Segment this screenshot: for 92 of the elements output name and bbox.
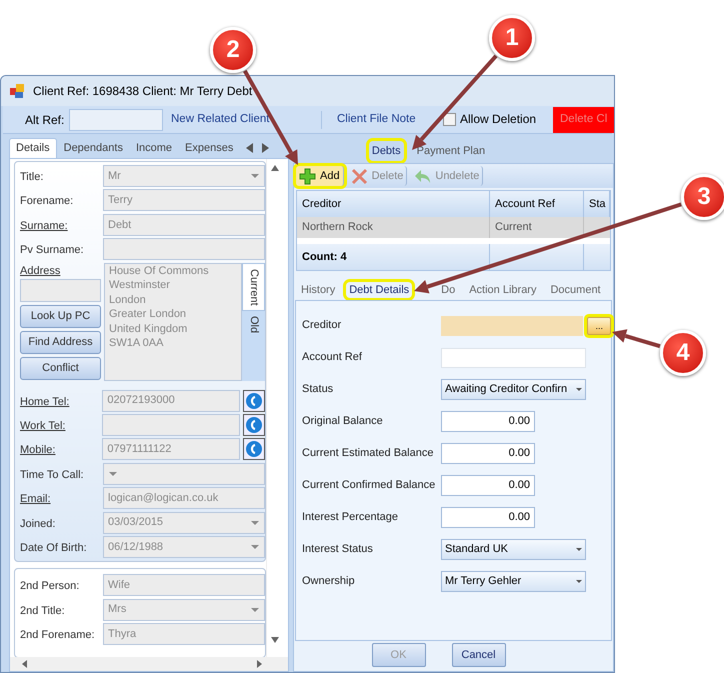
scroll-right-icon[interactable] [262, 143, 270, 153]
number-field[interactable]: 0.00 [441, 443, 535, 464]
dialog-button[interactable]: Cancel [452, 643, 506, 667]
field-label: Status [302, 382, 334, 398]
dropdown-arrow-icon[interactable] [250, 173, 260, 179]
tab[interactable]: Income [130, 138, 178, 158]
field-label: 2nd Person: [20, 579, 80, 594]
field-label: Forename: [20, 194, 74, 210]
scroll-left-icon[interactable] [22, 660, 27, 668]
callout-badge: 2 [210, 27, 256, 73]
address-button[interactable]: Find Address [20, 330, 101, 354]
dropdown[interactable]: Mr Terry Gehler [441, 571, 586, 592]
tab[interactable]: Payment Plan [414, 141, 488, 161]
alt-ref-label: Alt Ref: [25, 112, 66, 128]
field-label: Creditor [302, 318, 342, 334]
dropdown-arrow-icon[interactable] [108, 470, 118, 477]
tab[interactable]: Details [9, 138, 57, 158]
phone-icon [246, 392, 262, 409]
tab[interactable]: Do [438, 282, 458, 298]
tab[interactable]: Debt Details [346, 282, 412, 298]
toolbar-link[interactable]: Client File Note [337, 112, 416, 125]
text-field[interactable] [441, 348, 586, 368]
address-button[interactable]: Look Up PC [20, 304, 101, 328]
dropdown-arrow-icon[interactable] [250, 544, 260, 550]
toolbar-link[interactable]: New Related Client [171, 112, 270, 125]
tab[interactable]: Expenses [179, 138, 240, 158]
scroll-left-icon[interactable] [246, 143, 254, 153]
field-label: Joined: [20, 516, 56, 532]
field-label: Current Confirmed Balance [302, 478, 436, 494]
text-field[interactable] [102, 414, 240, 436]
table-cell: Northern Rock [297, 217, 490, 238]
row-count: Count: 4 [297, 244, 490, 270]
field-label[interactable]: Home Tel: [20, 390, 102, 410]
field-label[interactable]: Work Tel: [20, 414, 102, 434]
dropdown[interactable]: Awaiting Creditor Confirn [441, 379, 586, 400]
number-field[interactable]: 0.00 [441, 475, 535, 496]
dropdown-arrow-icon[interactable] [576, 548, 582, 551]
field-label: Interest Status [302, 542, 374, 558]
dropdown-arrow-icon[interactable] [250, 520, 260, 526]
field-label[interactable]: Mobile: [20, 438, 102, 459]
tab[interactable]: Debts [368, 141, 404, 161]
field-label: 2nd Forename: [20, 628, 96, 644]
checkbox-label: Allow Deletion [460, 112, 536, 126]
tab[interactable]: Action Library [466, 282, 540, 298]
field-label[interactable]: Email: [20, 487, 103, 508]
phone-icon [246, 416, 262, 433]
checkbox[interactable] [443, 113, 456, 126]
field-label: Original Balance [302, 414, 384, 430]
phone-icon [246, 441, 262, 458]
tab[interactable]: Document [547, 282, 604, 298]
alt-ref-field[interactable] [69, 108, 163, 130]
field-label: Time To Call: [20, 468, 85, 483]
address-button[interactable]: Conflict [20, 356, 101, 380]
postcode-field[interactable] [20, 278, 101, 302]
side-tab[interactable]: Current [242, 262, 265, 311]
number-field[interactable]: 0.00 [441, 507, 535, 528]
scroll-down-icon[interactable] [270, 637, 278, 643]
arrow [612, 329, 661, 348]
field-label: Title: [20, 170, 44, 185]
field-label[interactable]: Address [20, 262, 101, 276]
number-field[interactable]: 0.00 [441, 411, 535, 432]
scroll-right-icon[interactable] [257, 660, 262, 668]
toolbar-button[interactable]: Add [296, 166, 344, 186]
phone-button[interactable] [243, 390, 265, 412]
field-label: Date Of Birth: [20, 540, 88, 556]
field-label[interactable]: Surname: [20, 214, 103, 234]
scroll-up-icon[interactable] [270, 165, 278, 171]
dropdown-arrow-icon[interactable] [250, 606, 260, 613]
cross-icon [350, 168, 368, 184]
plus-icon [299, 168, 316, 184]
callout-badge: 3 [681, 174, 724, 220]
phone-button[interactable] [243, 438, 265, 460]
lookup-field[interactable] [441, 316, 584, 336]
dropdown-arrow-icon[interactable] [576, 388, 582, 391]
dropdown[interactable]: Standard UK [441, 539, 586, 560]
callout-badge: 1 [489, 15, 535, 61]
callout-badge: 4 [660, 330, 706, 376]
app-icon [9, 83, 25, 99]
field-label: Pv Surname: [20, 243, 85, 258]
tab[interactable]: Dependants [58, 138, 129, 158]
phone-button[interactable] [243, 414, 265, 436]
tab[interactable]: History [298, 282, 338, 298]
text-field[interactable] [103, 238, 265, 260]
window-title: Client Ref: 1698438 Client: Mr Terry Debt [33, 83, 252, 100]
undo-arrow-icon [414, 168, 432, 184]
dropdown-arrow-icon[interactable] [576, 580, 582, 583]
table-cell: Current [490, 217, 584, 238]
field-label: 2nd Title: [20, 604, 66, 619]
field-label: Account Ref [302, 350, 363, 366]
field-label: Current Estimated Balance [302, 446, 434, 462]
field-label: Interest Percentage [302, 510, 400, 526]
field-label: Ownership [302, 574, 356, 590]
